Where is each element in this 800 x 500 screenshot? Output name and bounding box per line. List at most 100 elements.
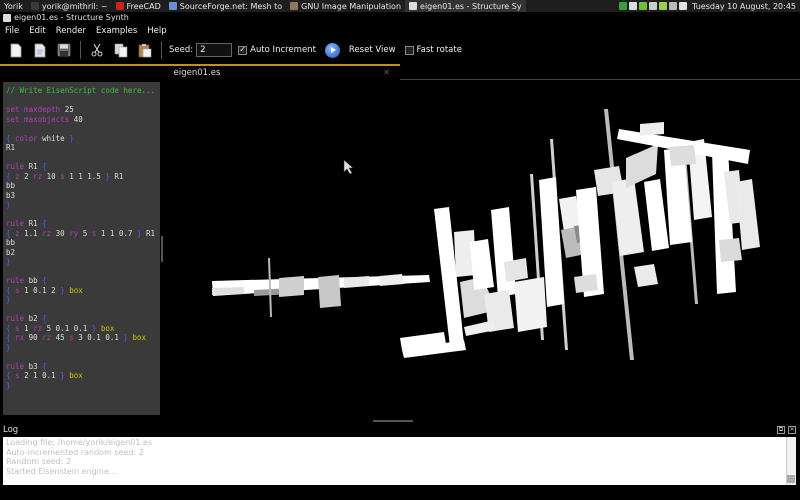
power-icon[interactable] [659, 2, 668, 10]
splitter-handle[interactable] [373, 420, 413, 422]
box-shape [574, 274, 598, 293]
code-token: } [60, 371, 70, 380]
box-shape [612, 178, 644, 256]
copy-button[interactable] [113, 42, 129, 58]
code-token: rz [33, 171, 47, 181]
scrollbar-thumb[interactable] [787, 475, 795, 483]
box-shape [318, 275, 341, 308]
seed-label: Seed: [169, 45, 194, 55]
code-token: box [69, 371, 83, 380]
render-button[interactable] [324, 42, 340, 58]
code-token: s [91, 228, 101, 238]
code-line: } [6, 257, 157, 267]
fast-rotate-checkbox[interactable] [404, 45, 414, 55]
taskbar-item[interactable]: GNU Image Manipulation [286, 0, 405, 12]
splitter-handle[interactable] [161, 236, 163, 262]
taskbar-item[interactable]: FreeCAD [112, 0, 165, 12]
code-token: } [136, 228, 146, 238]
panel-clock[interactable]: Tuesday 10 August, 20:45 [688, 0, 800, 12]
network-icon[interactable] [629, 2, 638, 10]
status-bar [0, 486, 800, 500]
code-line: { color white } [6, 134, 157, 144]
code-token: } [6, 380, 11, 390]
menu-edit[interactable]: Edit [24, 26, 50, 36]
save-file-button[interactable] [56, 42, 72, 58]
code-token: s [15, 371, 25, 380]
menu-examples[interactable]: Examples [91, 26, 142, 36]
code-token: { [6, 285, 16, 295]
system-tray: Tuesday 10 August, 20:45 [618, 0, 800, 12]
auto-increment-label[interactable]: Auto Increment [250, 45, 316, 55]
volume-icon[interactable] [649, 2, 658, 10]
float-dock-icon[interactable]: ⧉ [777, 426, 785, 434]
code-token: { [42, 276, 47, 285]
code-token: R1 [28, 162, 43, 171]
code-token: { [6, 228, 16, 238]
task-list: yorik@mithril: ~ FreeCAD SourceForge.net: … [27, 0, 526, 12]
auto-increment-checkbox[interactable]: ✓ [238, 45, 248, 55]
cut-button[interactable] [89, 42, 105, 58]
taskbar-item-label: FreeCAD [126, 1, 161, 11]
menu-render[interactable]: Render [51, 26, 91, 36]
code-token: } [6, 257, 11, 266]
code-token: } [60, 285, 70, 295]
box-shape [719, 238, 742, 262]
box-shape [464, 320, 496, 336]
code-line: { s 1 0.1 2 } box [6, 286, 157, 296]
code-editor[interactable]: // Write EisenScript code here... set max… [3, 82, 160, 415]
clipboard-icon[interactable] [679, 2, 688, 10]
paste-button[interactable] [137, 42, 153, 58]
seed-spinbox[interactable] [196, 43, 233, 57]
open-file-button[interactable] [32, 42, 48, 58]
new-file-icon [10, 43, 22, 57]
code-token: } [6, 200, 11, 209]
close-dock-icon[interactable]: ✕ [788, 426, 796, 434]
code-token: 45 [55, 333, 70, 342]
code-token: 3 0.1 0.1 [78, 333, 124, 342]
code-token: s [60, 171, 70, 181]
browser-icon [168, 2, 177, 10]
menu-file[interactable]: File [0, 26, 24, 36]
code-token: R1 [114, 171, 124, 181]
box-shape [504, 258, 528, 282]
taskbar-item[interactable]: SourceForge.net: Mesh to [165, 0, 286, 12]
code-token: 90 [28, 333, 43, 342]
taskbar-item-label: yorik@mithril: ~ [41, 1, 108, 11]
box-shape [379, 274, 404, 286]
close-tab-icon[interactable]: ✕ [383, 68, 390, 77]
code-token: { [6, 323, 16, 333]
keyboard-icon[interactable] [669, 2, 678, 10]
toolbar-separator [161, 41, 162, 59]
code-line: { z 1.1 rz 30 ry 5 s 1 1 0.7 } R1 [6, 229, 157, 239]
code-token: b2 [28, 314, 43, 323]
code-token: s [15, 285, 25, 295]
window-title: eigen01.es - Structure Synth [14, 13, 129, 22]
code-line: bb [6, 181, 157, 191]
chat-icon[interactable] [639, 2, 648, 10]
taskbar-item[interactable]: eigen01.es - Structure Sy [405, 0, 526, 12]
code-token: rule [6, 276, 29, 285]
panel-user-menu[interactable]: Yorik [0, 0, 27, 12]
taskbar-item[interactable]: yorik@mithril: ~ [27, 0, 112, 12]
menu-bar: File Edit Render Examples Help [0, 24, 800, 38]
update-icon[interactable] [619, 2, 628, 10]
code-token: box [69, 285, 83, 295]
menu-help[interactable]: Help [142, 26, 171, 36]
code-token: set maxobjects [6, 114, 74, 124]
code-line: rule R1 { [6, 162, 157, 172]
new-file-button[interactable] [8, 42, 24, 58]
tab-eigen01[interactable]: eigen01.es [0, 66, 394, 80]
box-shape [669, 145, 696, 166]
log-panel[interactable]: Loading file: /home/yorik/eigen01.es Auto… [3, 437, 796, 485]
box-shape [634, 264, 658, 287]
code-token: bb [6, 181, 16, 190]
log-scrollbar[interactable] [786, 437, 796, 485]
code-token: rule [6, 219, 29, 228]
taskbar-item-label: eigen01.es - Structure Sy [420, 1, 522, 11]
code-token: 10 [46, 171, 61, 181]
fast-rotate-label[interactable]: Fast rotate [417, 45, 462, 55]
reset-view-button[interactable]: Reset View [349, 45, 396, 55]
copy-icon [114, 43, 128, 57]
render-viewport[interactable] [164, 82, 800, 418]
